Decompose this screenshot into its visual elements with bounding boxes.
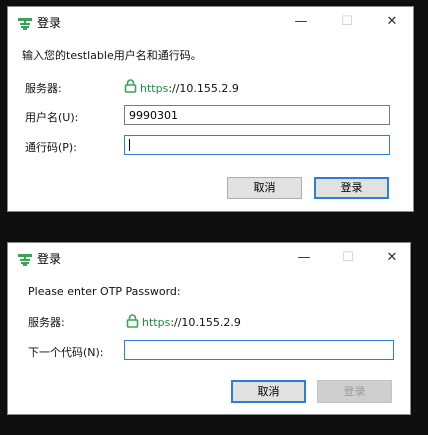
username-input[interactable]	[124, 105, 390, 125]
close-icon[interactable]: ✕	[382, 249, 402, 267]
cancel-button[interactable]: 取消	[227, 177, 302, 199]
next-code-label: 下一个代码(N):	[28, 346, 104, 359]
login-dialog-credentials: 登录 — ☐ ✕ 输入您的testlable用户名和通行码。 服务器: http…	[7, 6, 414, 212]
login-button: 登录	[317, 380, 392, 403]
password-input[interactable]	[124, 135, 390, 155]
server-address: https://10.155.2.9	[142, 316, 241, 330]
username-label: 用户名(U):	[25, 111, 79, 124]
maximize-icon: ☐	[341, 14, 353, 29]
server-label: 服务器:	[28, 316, 65, 329]
server-address: https://10.155.2.9	[140, 82, 239, 96]
server-label: 服务器:	[25, 82, 62, 95]
password-label: 通行码(P):	[25, 141, 77, 154]
secure-gateway-icon	[18, 254, 32, 266]
server-protocol: https	[140, 82, 169, 95]
close-icon[interactable]: ✕	[382, 13, 402, 31]
window-title: 登录	[37, 16, 62, 30]
minimize-icon[interactable]: —	[294, 249, 314, 267]
instruction-text: Please enter OTP Password:	[28, 285, 181, 298]
login-dialog-otp: 登录 — ☐ ✕ Please enter OTP Password: 服务器:…	[7, 242, 411, 415]
text-caret	[129, 139, 130, 151]
instruction-text: 输入您的testlable用户名和通行码。	[22, 49, 202, 62]
lock-icon	[124, 79, 137, 93]
title-bar[interactable]: 登录 — ☐ ✕	[8, 243, 410, 273]
next-code-input[interactable]	[124, 340, 394, 360]
window-title: 登录	[37, 252, 62, 266]
title-bar[interactable]: 登录 — ☐ ✕	[8, 7, 413, 37]
lock-icon	[126, 314, 139, 328]
server-host: ://10.155.2.9	[170, 316, 241, 329]
login-button[interactable]: 登录	[314, 177, 389, 199]
maximize-icon: ☐	[342, 250, 354, 265]
server-protocol: https	[142, 316, 171, 329]
secure-gateway-icon	[18, 18, 32, 30]
server-host: ://10.155.2.9	[168, 82, 239, 95]
cancel-button[interactable]: 取消	[231, 380, 306, 403]
minimize-icon[interactable]: —	[291, 13, 311, 31]
